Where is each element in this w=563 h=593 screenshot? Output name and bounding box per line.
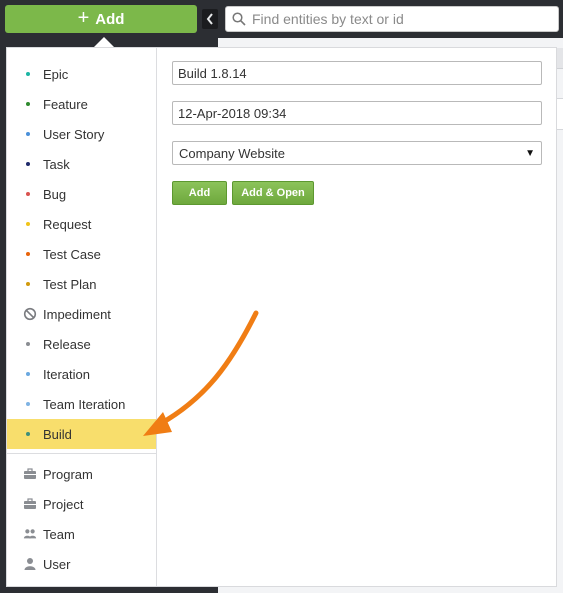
project-select-value: Company Website <box>179 145 285 161</box>
entity-item-bug[interactable]: Bug <box>7 179 156 209</box>
form-button-row: Add Add & Open <box>172 181 542 205</box>
search-icon <box>232 11 248 27</box>
search-input[interactable] <box>252 11 558 27</box>
add-submit-button[interactable]: Add <box>172 181 227 205</box>
entity-item-user-story[interactable]: User Story <box>7 119 156 149</box>
entity-item-label: Team <box>43 526 75 542</box>
entity-item-test-plan[interactable]: Test Plan <box>7 269 156 299</box>
blocked-icon <box>23 307 37 321</box>
entity-list-separator <box>7 453 156 454</box>
team-icon <box>23 527 37 541</box>
entity-item-label: Request <box>43 216 92 232</box>
task-dot-icon <box>26 162 30 166</box>
entity-item-team-iteration[interactable]: Team Iteration <box>7 389 156 419</box>
entity-item-request[interactable]: Request <box>7 209 156 239</box>
entity-item-epic[interactable]: Epic <box>7 59 156 89</box>
add-and-open-button[interactable]: Add & Open <box>232 181 314 205</box>
user-icon <box>23 557 37 571</box>
request-dot-icon <box>26 222 30 226</box>
entity-item-label: Program <box>43 466 93 482</box>
entity-item-test-case[interactable]: Test Case <box>7 239 156 269</box>
dropdown-arrow-icon: ▼ <box>525 147 535 159</box>
entity-item-task[interactable]: Task <box>7 149 156 179</box>
entity-item-feature[interactable]: Feature <box>7 89 156 119</box>
entity-item-release[interactable]: Release <box>7 329 156 359</box>
entity-item-label: Project <box>43 496 84 512</box>
entity-item-label: Test Case <box>43 246 101 262</box>
search-box[interactable] <box>225 6 559 32</box>
user-story-dot-icon <box>26 132 30 136</box>
entity-item-label: Iteration <box>43 366 90 382</box>
entity-item-team[interactable]: Team <box>7 519 156 549</box>
add-button-label: Add <box>95 10 125 28</box>
chevron-left-icon <box>206 13 213 25</box>
date-input[interactable] <box>172 101 542 125</box>
entity-item-label: User Story <box>43 126 105 142</box>
entity-item-label: Task <box>43 156 70 172</box>
entity-item-label: Build <box>43 426 72 442</box>
background-row-strip <box>556 98 563 130</box>
project-select[interactable]: Company Website ▼ <box>172 141 542 165</box>
iteration-dot-icon <box>26 372 30 376</box>
build-dot-icon <box>26 432 30 436</box>
entity-item-label: Release <box>43 336 91 352</box>
release-dot-icon <box>26 342 30 346</box>
background-header-strip <box>556 48 563 69</box>
entity-item-label: Test Plan <box>43 276 97 292</box>
entity-item-label: Epic <box>43 66 69 82</box>
entity-item-label: Impediment <box>43 306 111 322</box>
feature-dot-icon <box>26 102 30 106</box>
entity-item-project[interactable]: Project <box>7 489 156 519</box>
entity-type-list: Epic Feature User Story Task Bug Request Test … <box>7 48 157 586</box>
test-case-dot-icon <box>26 252 30 256</box>
add-button[interactable]: + Add <box>5 5 197 33</box>
entity-item-label: Team Iteration <box>43 396 126 412</box>
entity-item-build[interactable]: Build <box>7 419 156 449</box>
test-plan-dot-icon <box>26 282 30 286</box>
plus-icon: + <box>77 7 90 29</box>
entity-item-impediment[interactable]: Impediment <box>7 299 156 329</box>
add-entity-form: Company Website ▼ Add Add & Open <box>172 61 542 205</box>
entity-item-label: User <box>43 556 71 572</box>
entity-item-user[interactable]: User <box>7 549 156 579</box>
entity-item-iteration[interactable]: Iteration <box>7 359 156 389</box>
name-input[interactable] <box>172 61 542 85</box>
team-iteration-dot-icon <box>26 402 30 406</box>
briefcase-icon <box>23 467 37 481</box>
collapse-sidebar-button[interactable] <box>202 9 218 29</box>
briefcase-icon <box>23 497 37 511</box>
entity-item-program[interactable]: Program <box>7 459 156 489</box>
entity-item-label: Feature <box>43 96 88 112</box>
epic-dot-icon <box>26 72 30 76</box>
add-entity-popup: Epic Feature User Story Task Bug Request Test … <box>6 47 557 587</box>
entity-item-label: Bug <box>43 186 67 202</box>
bug-dot-icon <box>26 192 30 196</box>
